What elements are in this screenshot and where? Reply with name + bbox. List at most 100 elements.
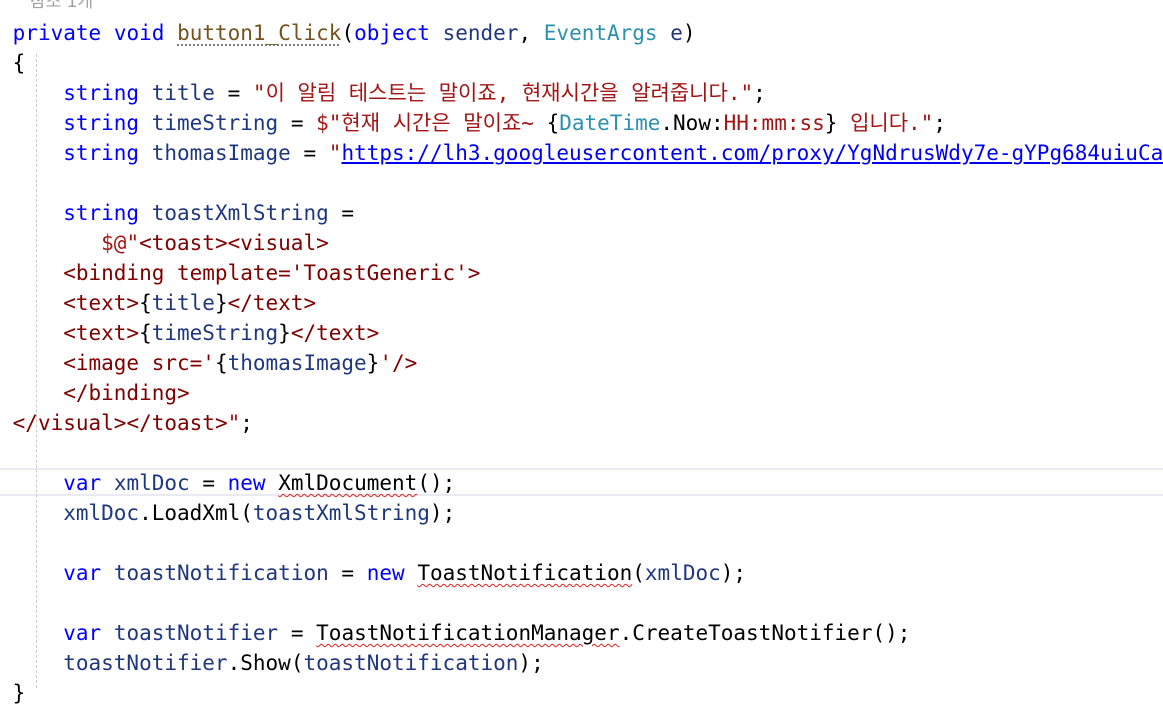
kw-string: string xyxy=(63,201,140,225)
paren-close: ) xyxy=(682,21,696,45)
code-line-10[interactable]: <text>{title}</text> xyxy=(0,288,1163,318)
paren-open: ( xyxy=(632,561,645,585)
paren-close: ); xyxy=(518,651,544,675)
param-e: e xyxy=(670,21,683,45)
code-line-8[interactable]: $@"<toast><visual> xyxy=(0,228,1163,258)
interp-title: title xyxy=(151,291,215,315)
type-toastnotificationmanager-error[interactable]: ToastNotificationManager xyxy=(316,621,619,645)
string-end-quote: " xyxy=(227,411,241,435)
xml-image-close: '/> xyxy=(379,351,418,375)
code-line-2[interactable]: { xyxy=(0,48,1163,78)
var-toastxmlstring: toastXmlString xyxy=(151,201,329,225)
dot: . xyxy=(619,621,633,645)
interp-string-end: 입니다." xyxy=(837,111,934,135)
call-parens: (); xyxy=(417,471,456,495)
interp-brace-open: { xyxy=(139,321,152,345)
url-link[interactable]: https://lh3.googleusercontent.com/proxy/… xyxy=(341,141,1163,165)
interp-brace-close: } xyxy=(824,111,838,135)
code-line-1[interactable]: private void button1_Click(object sender… xyxy=(0,18,1163,48)
method-createtoastnotifier: CreateToastNotifier xyxy=(632,621,873,645)
interp-string-start: $"현재 시간은 말이죠~ xyxy=(316,111,547,135)
code-line-5[interactable]: string thomasImage = "https://lh3.google… xyxy=(0,138,1163,168)
kw-new: new xyxy=(366,561,405,585)
code-line-4[interactable]: string timeString = $"현재 시간은 말이죠~ {DateT… xyxy=(0,108,1163,138)
dot: . xyxy=(139,501,152,525)
op-assign: = xyxy=(290,111,304,135)
code-line-3[interactable]: string title = "이 알림 테스트는 말이죠, 현재시간을 알려줍… xyxy=(0,78,1163,108)
type-eventargs: EventArgs xyxy=(543,21,658,45)
interp-brace-open: { xyxy=(546,111,560,135)
string-title: "이 알림 테스트는 말이죠, 현재시간을 알려줍니다." xyxy=(252,81,754,105)
brace-close: } xyxy=(12,681,26,705)
interp-brace-open: { xyxy=(139,291,152,315)
paren-close: ); xyxy=(429,501,456,525)
kw-string: string xyxy=(63,141,140,165)
op-assign: = xyxy=(202,471,215,495)
kw-var: var xyxy=(63,561,102,585)
xml-binding-open: <binding template='ToastGeneric'> xyxy=(63,261,481,285)
brace-open: { xyxy=(12,51,26,75)
code-line-13[interactable]: </binding> xyxy=(0,378,1163,408)
semicolon: ; xyxy=(753,81,766,105)
method-name[interactable]: button1_Click xyxy=(177,21,341,45)
code-line-21[interactable]: var toastNotifier = ToastNotificationMan… xyxy=(0,618,1163,648)
code-editor[interactable]: 참조 1개 private void button1_Click(object … xyxy=(0,0,1163,717)
var-xmldoc: xmlDoc xyxy=(63,501,140,525)
xml-text-open: <text> xyxy=(63,321,140,345)
interp-brace-open: { xyxy=(214,351,228,375)
method-show: Show xyxy=(240,651,291,675)
codelens-references[interactable]: 참조 1개 xyxy=(30,0,93,14)
var-title: title xyxy=(151,81,215,105)
format-colon: : xyxy=(710,111,724,135)
kw-void: void xyxy=(113,21,165,45)
xml-text-open: <text> xyxy=(63,291,140,315)
code-line-23[interactable]: } xyxy=(0,678,1163,708)
xml-toast-visual-open: <toast><visual> xyxy=(139,231,329,255)
type-xmldocument-error[interactable]: XmlDocument xyxy=(278,471,417,495)
code-line-16[interactable]: var xmlDoc = new XmlDocument(); xyxy=(0,468,1163,498)
kw-string: string xyxy=(63,81,140,105)
arg-toastxmlstring: toastXmlString xyxy=(252,501,430,525)
kw-var: var xyxy=(63,471,102,495)
format-spec: HH:mm:ss xyxy=(723,111,825,135)
verbatim-prefix: $@" xyxy=(101,231,140,255)
code-line-9[interactable]: <binding template='ToastGeneric'> xyxy=(0,258,1163,288)
interp-brace-close: } xyxy=(366,351,380,375)
call-parens: (); xyxy=(872,621,911,645)
type-datetime: DateTime xyxy=(559,111,661,135)
op-assign: = xyxy=(290,621,304,645)
code-line-11[interactable]: <text>{timeString}</text> xyxy=(0,318,1163,348)
kw-new: new xyxy=(227,471,266,495)
var-toastnotifier: toastNotifier xyxy=(113,621,279,645)
kw-string: string xyxy=(63,111,140,135)
op-assign: = xyxy=(341,561,355,585)
paren-open: ( xyxy=(240,501,253,525)
var-toastnotification: toastNotification xyxy=(113,561,329,585)
type-toastnotification-error[interactable]: ToastNotification xyxy=(417,561,632,585)
op-assign: = xyxy=(341,201,355,225)
paren-open: ( xyxy=(341,21,355,45)
xml-visual-toast-close: </visual></toast> xyxy=(12,411,228,435)
dot: . xyxy=(227,651,241,675)
semicolon: ; xyxy=(240,411,253,435)
op-assign: = xyxy=(227,81,241,105)
prop-now: Now xyxy=(673,111,711,135)
code-line-17[interactable]: xmlDoc.LoadXml(toastXmlString); xyxy=(0,498,1163,528)
code-line-14[interactable]: </visual></toast>"; xyxy=(0,408,1163,438)
param-sender: sender xyxy=(442,21,519,45)
xml-image-open: <image src=' xyxy=(63,351,215,375)
code-line-19[interactable]: var toastNotification = new ToastNotific… xyxy=(0,558,1163,588)
code-line-7[interactable]: string toastXmlString = xyxy=(0,198,1163,228)
comma: , xyxy=(518,21,532,45)
interp-thomasimage: thomasImage xyxy=(227,351,367,375)
var-timestring: timeString xyxy=(151,111,279,135)
method-loadxml: LoadXml xyxy=(151,501,241,525)
code-line-12[interactable]: <image src='{thomasImage}'/> xyxy=(0,348,1163,378)
paren-close: ); xyxy=(720,561,747,585)
interp-timestring: timeString xyxy=(151,321,279,345)
string-quote: " xyxy=(328,141,342,165)
kw-private: private xyxy=(12,21,102,45)
var-thomasimage: thomasImage xyxy=(151,141,291,165)
code-line-22[interactable]: toastNotifier.Show(toastNotification); xyxy=(0,648,1163,678)
paren-open: ( xyxy=(290,651,304,675)
